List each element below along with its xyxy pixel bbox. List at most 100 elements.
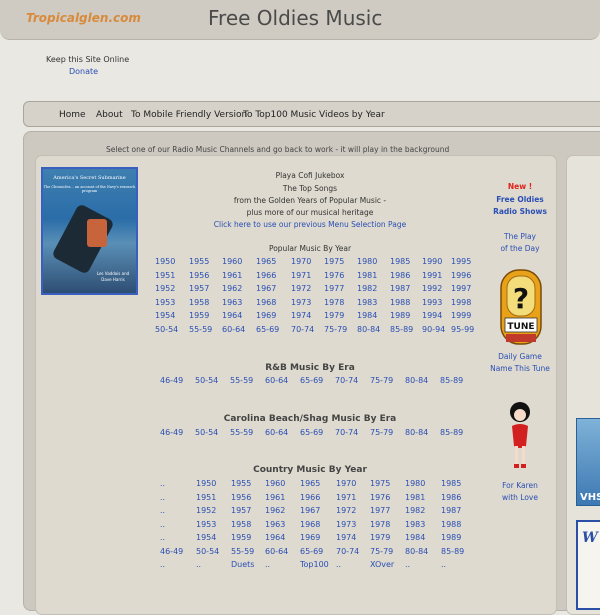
year-link[interactable]: 1990: [422, 257, 442, 266]
country-link[interactable]: 1981: [405, 493, 425, 502]
country-link[interactable]: 85-89: [441, 547, 464, 556]
name-this-tune-link[interactable]: Name This Tune: [490, 364, 550, 373]
era-link[interactable]: 75-79: [370, 428, 393, 437]
country-link[interactable]: 1976: [370, 493, 390, 502]
country-link[interactable]: ..: [196, 560, 201, 569]
country-link[interactable]: ..: [441, 560, 446, 569]
country-link[interactable]: ..: [160, 479, 165, 488]
era-link[interactable]: 50-54: [195, 376, 218, 385]
country-link[interactable]: 1958: [231, 520, 251, 529]
year-link[interactable]: 1993: [422, 298, 442, 307]
country-link[interactable]: 1967: [300, 506, 320, 515]
country-link[interactable]: 1954: [196, 533, 216, 542]
donate-link[interactable]: Donate: [69, 67, 98, 76]
betty-boop-image[interactable]: [502, 400, 538, 472]
for-karen-link[interactable]: For Karen: [490, 481, 550, 490]
year-link[interactable]: 1972: [291, 284, 311, 293]
year-link[interactable]: 75-79: [324, 325, 347, 334]
nav-mobile-version[interactable]: To Mobile Friendly Version: [131, 110, 247, 120]
era-link[interactable]: 65-69: [300, 376, 323, 385]
country-link[interactable]: 1952: [196, 506, 216, 515]
book-cover-image[interactable]: America's Secret Submarine The Chronicle…: [41, 167, 138, 295]
country-link[interactable]: 1957: [231, 506, 251, 515]
year-link[interactable]: 1995: [451, 257, 471, 266]
country-link[interactable]: XOver: [370, 560, 394, 569]
year-link[interactable]: 1963: [222, 298, 242, 307]
country-link[interactable]: 1961: [265, 493, 285, 502]
year-link[interactable]: 1971: [291, 271, 311, 280]
country-link[interactable]: 1968: [300, 520, 320, 529]
year-link[interactable]: 1997: [451, 284, 471, 293]
country-link[interactable]: ..: [160, 493, 165, 502]
year-link[interactable]: 1957: [189, 284, 209, 293]
daily-game-link[interactable]: Daily Game: [490, 352, 550, 361]
country-link[interactable]: 1956: [231, 493, 251, 502]
year-link[interactable]: 90-94: [422, 325, 445, 334]
year-link[interactable]: 1981: [357, 271, 377, 280]
vhs-image[interactable]: VHS: [576, 418, 600, 506]
era-link[interactable]: 70-74: [335, 428, 358, 437]
country-link[interactable]: 55-59: [231, 547, 254, 556]
country-link[interactable]: 1963: [265, 520, 285, 529]
year-link[interactable]: 95-99: [451, 325, 474, 334]
era-link[interactable]: 75-79: [370, 376, 393, 385]
year-link[interactable]: 1996: [451, 271, 471, 280]
era-link[interactable]: 85-89: [440, 428, 463, 437]
era-link[interactable]: 70-74: [335, 376, 358, 385]
country-link[interactable]: ..: [160, 506, 165, 515]
country-link[interactable]: 1986: [441, 493, 461, 502]
country-link[interactable]: 1969: [300, 533, 320, 542]
country-link[interactable]: 1980: [405, 479, 425, 488]
nav-home[interactable]: Home: [59, 110, 86, 120]
year-link[interactable]: 1992: [422, 284, 442, 293]
year-link[interactable]: 60-64: [222, 325, 245, 334]
country-link[interactable]: 65-69: [300, 547, 323, 556]
year-link[interactable]: 1964: [222, 311, 242, 320]
country-link[interactable]: 46-49: [160, 547, 183, 556]
country-link[interactable]: 60-64: [265, 547, 288, 556]
era-link[interactable]: 85-89: [440, 376, 463, 385]
play-of-day-line-2[interactable]: of the Day: [490, 244, 550, 253]
year-link[interactable]: 1950: [155, 257, 175, 266]
country-link[interactable]: ..: [265, 560, 270, 569]
country-link[interactable]: ..: [336, 560, 341, 569]
year-link[interactable]: 1956: [189, 271, 209, 280]
jukebox-icon[interactable]: ? TUNE: [500, 266, 542, 346]
year-link[interactable]: 1979: [324, 311, 344, 320]
site-logo[interactable]: Tropicalglen.com: [26, 11, 141, 25]
year-link[interactable]: 1975: [324, 257, 344, 266]
year-link[interactable]: 1985: [390, 257, 410, 266]
year-link[interactable]: 80-84: [357, 325, 380, 334]
year-link[interactable]: 1969: [256, 311, 276, 320]
year-link[interactable]: 1976: [324, 271, 344, 280]
country-link[interactable]: 1953: [196, 520, 216, 529]
country-link[interactable]: 1970: [336, 479, 356, 488]
year-link[interactable]: 1980: [357, 257, 377, 266]
era-link[interactable]: 50-54: [195, 428, 218, 437]
year-link[interactable]: 1998: [451, 298, 471, 307]
country-link[interactable]: 70-74: [336, 547, 359, 556]
year-link[interactable]: 65-69: [256, 325, 279, 334]
country-link[interactable]: 1960: [265, 479, 285, 488]
year-link[interactable]: 55-59: [189, 325, 212, 334]
nav-about[interactable]: About: [96, 110, 123, 120]
year-link[interactable]: 1994: [422, 311, 442, 320]
country-link[interactable]: 1966: [300, 493, 320, 502]
country-link[interactable]: ..: [160, 520, 165, 529]
with-love-link[interactable]: with Love: [490, 493, 550, 502]
year-link[interactable]: 1983: [357, 298, 377, 307]
year-link[interactable]: 1955: [189, 257, 209, 266]
country-link[interactable]: 1972: [336, 506, 356, 515]
year-link[interactable]: 50-54: [155, 325, 178, 334]
year-link[interactable]: 1999: [451, 311, 471, 320]
country-link[interactable]: 1959: [231, 533, 251, 542]
country-link[interactable]: 1974: [336, 533, 356, 542]
year-link[interactable]: 1961: [222, 271, 242, 280]
country-link[interactable]: 1965: [300, 479, 320, 488]
play-of-day-line-1[interactable]: The Play: [490, 232, 550, 241]
year-link[interactable]: 1965: [256, 257, 276, 266]
country-link[interactable]: 1982: [405, 506, 425, 515]
era-link[interactable]: 80-84: [405, 428, 428, 437]
year-link[interactable]: 1960: [222, 257, 242, 266]
year-link[interactable]: 1978: [324, 298, 344, 307]
